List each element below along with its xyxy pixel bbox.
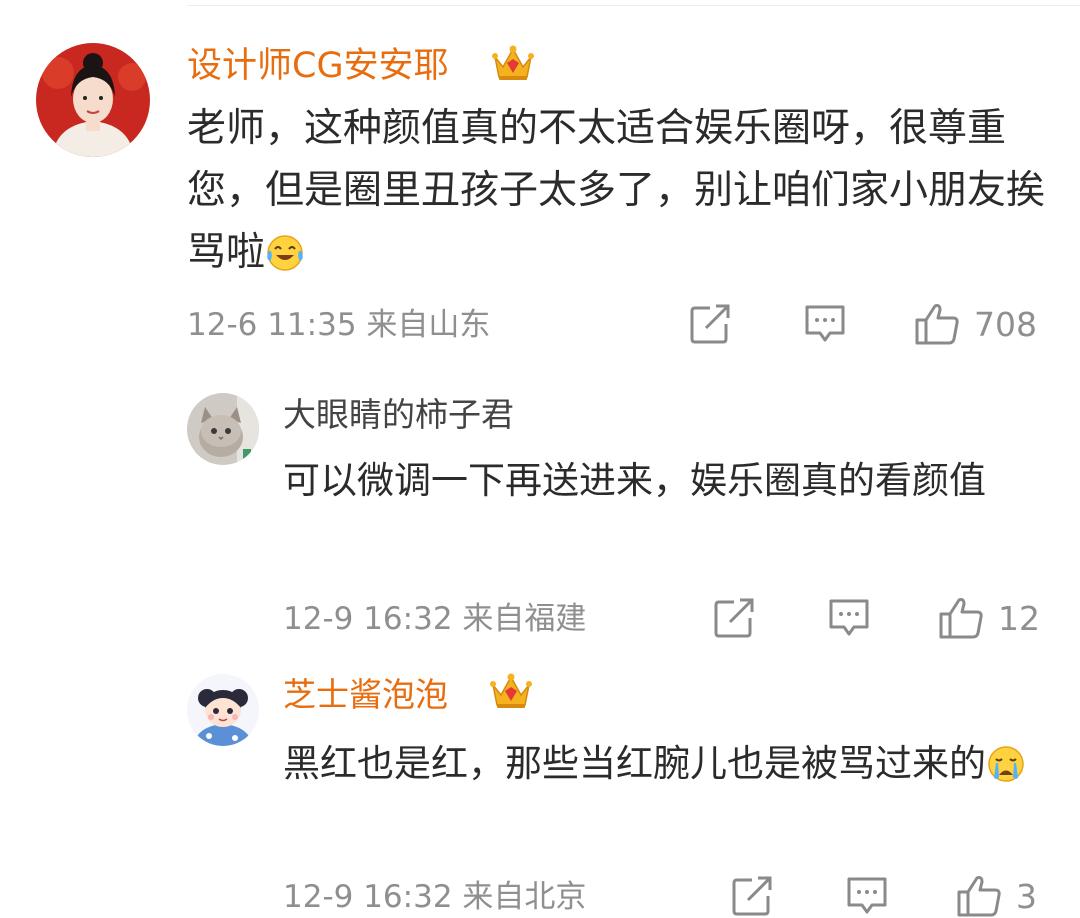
like-count: 3 — [1016, 876, 1037, 916]
location: 来自福建 — [462, 601, 587, 637]
like-button[interactable]: 3 — [956, 874, 1037, 918]
timestamp: 12-6 11:35 — [187, 307, 357, 343]
avatar[interactable] — [36, 43, 150, 157]
location: 来自山东 — [366, 307, 491, 343]
thumbs-up-icon — [939, 598, 983, 639]
thumbs-up-icon — [957, 876, 1001, 917]
like-button[interactable]: 708 — [914, 302, 1037, 346]
comment-button[interactable] — [828, 598, 870, 638]
share-button[interactable] — [714, 598, 756, 638]
like-count: 12 — [998, 598, 1040, 638]
timestamp: 12-9 16:32 — [283, 879, 453, 915]
share-icon — [690, 304, 730, 344]
comment-meta: 12-6 11:35 来自山东 — [187, 304, 490, 346]
avatar[interactable] — [187, 393, 259, 465]
crown-badge-icon — [489, 671, 533, 715]
like-button[interactable]: 12 — [938, 596, 1040, 640]
avatar[interactable] — [187, 674, 259, 746]
comment-button[interactable] — [804, 304, 846, 344]
comment-text: 可以微调一下再送进来，娱乐圈真的看颜值 — [283, 459, 986, 502]
laughing-crying-emoji — [265, 228, 305, 290]
crying-emoji — [986, 741, 1026, 799]
comment-text: 黑红也是红，那些当红腕儿也是被骂过来的 — [283, 735, 1043, 799]
share-icon — [732, 876, 772, 916]
comment-icon — [805, 305, 845, 342]
share-button[interactable] — [732, 876, 774, 916]
username[interactable]: 芝士酱泡泡 — [283, 673, 448, 717]
comment-icon — [829, 599, 869, 636]
comment-text: 老师，这种颜值真的不太适合娱乐圈呀，很尊重您，但是圈里丑孩子太多了，别让咱们家小… — [187, 98, 1057, 290]
username[interactable]: 设计师CG安安耶 — [187, 44, 449, 88]
comment-meta: 12-9 16:32 来自北京 — [283, 876, 586, 918]
like-count: 708 — [974, 304, 1037, 344]
top-divider — [187, 5, 1080, 6]
comment-button[interactable] — [846, 876, 888, 916]
comment-icon — [847, 877, 887, 914]
thumbs-up-icon — [915, 304, 959, 345]
timestamp: 12-9 16:32 — [283, 601, 453, 637]
crown-badge-icon — [491, 43, 535, 87]
username[interactable]: 大眼睛的柿子君 — [283, 393, 514, 437]
comment-meta: 12-9 16:32 来自福建 — [283, 598, 586, 640]
location: 来自北京 — [462, 879, 587, 915]
share-button[interactable] — [690, 304, 732, 344]
share-icon — [714, 598, 754, 638]
